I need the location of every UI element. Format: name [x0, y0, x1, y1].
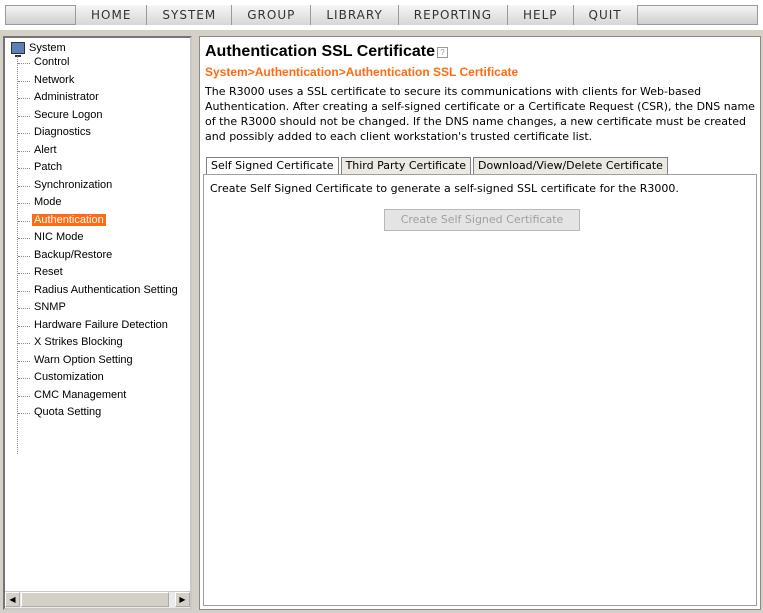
sidebar-item-reset[interactable]: Reset: [17, 264, 180, 282]
menu-system[interactable]: SYSTEM: [147, 5, 233, 25]
sidebar-item-label: Alert: [34, 143, 57, 156]
page-description: The R3000 uses a SSL certificate to secu…: [205, 85, 755, 143]
tree-list: Control Network Administrator Secure Logon D…: [17, 54, 180, 422]
sidebar-item-diagnostics[interactable]: Diagnostics: [17, 124, 180, 142]
sidebar-item-label: Authentication: [32, 213, 106, 226]
scroll-left-icon[interactable]: ◀: [5, 592, 20, 607]
sidebar-item-label: Customization: [34, 371, 104, 383]
sidebar-item-label: Reset: [34, 266, 63, 278]
tree-root-system[interactable]: System: [11, 42, 66, 57]
create-self-signed-certificate-button[interactable]: Create Self Signed Certificate: [384, 209, 580, 231]
sidebar-item-label: Administrator: [34, 91, 99, 103]
page-title-row: Authentication SSL Certificate ?: [205, 43, 448, 61]
menu-library[interactable]: LIBRARY: [311, 5, 399, 25]
sidebar-item-snmp[interactable]: SNMP: [17, 299, 180, 317]
menu-group[interactable]: GROUP: [232, 5, 312, 25]
help-icon[interactable]: ?: [436, 46, 448, 58]
computer-icon: [11, 42, 25, 57]
menu-reporting[interactable]: REPORTING: [398, 5, 508, 25]
sidebar-item-label: Mode: [34, 196, 62, 208]
main-content: Authentication SSL Certificate ? System>…: [199, 36, 761, 610]
sidebar-item-label: Synchronization: [34, 178, 113, 191]
sidebar-item-label: Hardware Failure Detection: [34, 318, 168, 331]
sidebar-item-label: Secure Logon: [34, 108, 103, 121]
sidebar-item-customization[interactable]: Customization: [17, 369, 180, 387]
sidebar-item-label: NIC Mode: [34, 231, 84, 243]
panel-instructions: Create Self Signed Certificate to genera…: [210, 182, 679, 195]
sidebar-item-mode[interactable]: Mode: [17, 194, 180, 212]
menu-home[interactable]: HOME: [75, 5, 148, 25]
horizontal-scrollbar[interactable]: ◀ ▶: [5, 591, 190, 608]
top-menu-bar: HOME SYSTEM GROUP LIBRARY REPORTING HELP…: [0, 0, 763, 30]
menu-help[interactable]: HELP: [508, 5, 574, 25]
sidebar-item-label: SNMP: [34, 301, 66, 313]
sidebar-item-alert[interactable]: Alert: [17, 142, 180, 160]
tab-bar: Self Signed Certificate Third Party Cert…: [206, 157, 670, 175]
tab-self-signed-certificate[interactable]: Self Signed Certificate: [206, 157, 339, 175]
scroll-right-icon[interactable]: ▶: [175, 592, 190, 607]
page-title: Authentication SSL Certificate: [205, 43, 435, 60]
sidebar-item-warn-option-setting[interactable]: Warn Option Setting: [17, 352, 180, 370]
sidebar-tree: System Control Network Administrator Secure…: [3, 36, 192, 610]
sidebar-item-label: Patch: [34, 161, 63, 173]
sidebar-item-quota-setting[interactable]: Quota Setting: [17, 404, 180, 422]
scroll-thumb[interactable]: [21, 592, 169, 607]
sidebar-item-label: CMC Management: [34, 388, 127, 401]
tab-download-view-delete-certificate[interactable]: Download/View/Delete Certificate: [472, 157, 668, 174]
sidebar-item-synchronization[interactable]: Synchronization: [17, 177, 180, 195]
sidebar-item-label: Control: [34, 56, 70, 68]
breadcrumb: System>Authentication>Authentication SSL…: [205, 65, 519, 79]
tab-panel: Create Self Signed Certificate to genera…: [203, 174, 757, 606]
sidebar-item-label: Quota Setting: [34, 406, 102, 418]
sidebar-item-cmc-management[interactable]: CMC Management: [17, 387, 180, 405]
sidebar-item-control[interactable]: Control: [17, 54, 180, 72]
sidebar-item-radius-authentication-setting[interactable]: Radius Authentication Setting: [17, 282, 180, 300]
sidebar-item-hardware-failure-detection[interactable]: Hardware Failure Detection: [17, 317, 180, 335]
sidebar-item-administrator[interactable]: Administrator: [17, 89, 180, 107]
tree-root-label: System: [29, 42, 66, 54]
sidebar-item-label: Radius Authentication Setting: [34, 283, 178, 296]
sidebar-item-label: Warn Option Setting: [34, 353, 133, 366]
tab-third-party-certificate[interactable]: Third Party Certificate: [340, 157, 471, 174]
sidebar-item-patch[interactable]: Patch: [17, 159, 180, 177]
sidebar-item-nic-mode[interactable]: NIC Mode: [17, 229, 180, 247]
menu-items: HOME SYSTEM GROUP LIBRARY REPORTING HELP…: [75, 5, 638, 25]
menu-quit[interactable]: QUIT: [573, 5, 638, 25]
sidebar-item-network[interactable]: Network: [17, 72, 180, 90]
sidebar-item-secure-logon[interactable]: Secure Logon: [17, 107, 180, 125]
sidebar-item-label: X Strikes Blocking: [34, 336, 123, 348]
sidebar-item-label: Backup/Restore: [34, 248, 113, 261]
sidebar-item-authentication[interactable]: Authentication: [17, 212, 180, 230]
sidebar-item-label: Network: [34, 73, 75, 86]
sidebar-item-backup-restore[interactable]: Backup/Restore: [17, 247, 180, 265]
sidebar-item-x-strikes-blocking[interactable]: X Strikes Blocking: [17, 334, 180, 352]
sidebar-item-label: Diagnostics: [34, 126, 91, 138]
